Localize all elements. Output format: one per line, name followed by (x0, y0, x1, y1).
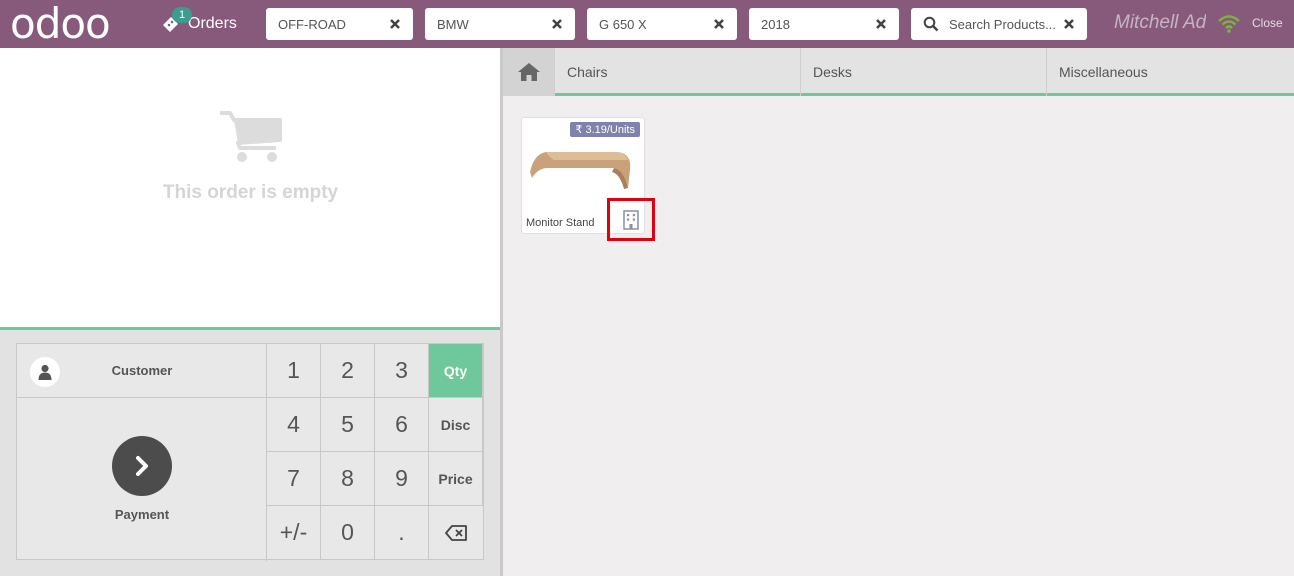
backspace-icon (445, 524, 467, 541)
filter-value: OFF-ROAD (278, 16, 346, 32)
remove-filter-icon[interactable] (549, 16, 565, 32)
filter-chip-brand[interactable]: BMW (425, 8, 575, 40)
search-box[interactable]: Search Products... (911, 8, 1087, 40)
numpad-key-8[interactable]: 8 (321, 452, 375, 506)
building-icon (623, 209, 639, 230)
product-price: ₹ 3.19/Units (570, 122, 640, 137)
payment-label: Payment (114, 507, 170, 522)
numpad-key-1[interactable]: 1 (267, 344, 321, 398)
numpad-decimal[interactable]: . (375, 506, 429, 559)
remove-filter-icon[interactable] (711, 16, 727, 32)
category-desks[interactable]: Desks (801, 48, 1047, 96)
top-bar: odoo 1 Orders OFF-ROAD BMW G 650 X 2018 … (0, 0, 1294, 48)
filter-chip-category[interactable]: OFF-ROAD (266, 8, 413, 40)
filter-chip-year[interactable]: 2018 (749, 8, 899, 40)
numpad-key-6[interactable]: 6 (375, 398, 429, 452)
search-input[interactable]: Search Products... (949, 17, 1061, 32)
category-chairs[interactable]: Chairs (555, 48, 801, 96)
clear-search-icon[interactable] (1061, 16, 1077, 32)
orders-button[interactable]: 1 Orders (160, 7, 237, 40)
filter-value: BMW (437, 16, 469, 32)
payment-button[interactable]: Payment (17, 398, 267, 561)
backspace-button[interactable] (429, 506, 483, 559)
mode-price-button[interactable]: Price (429, 452, 483, 506)
ticket-icon: 1 (160, 7, 192, 35)
filter-chip-model[interactable]: G 650 X (587, 8, 737, 40)
action-pad: Customer Payment 1 2 3 Qty 4 5 6 Disc 7 … (16, 343, 484, 561)
mode-qty-button[interactable]: Qty (429, 344, 483, 398)
order-lines: This order is empty (0, 48, 501, 330)
close-button[interactable]: Close (1252, 16, 1283, 30)
monitor-stand-image (530, 152, 631, 189)
mode-disc-button[interactable]: Disc (429, 398, 483, 452)
numpad-key-2[interactable]: 2 (321, 344, 375, 398)
search-icon (923, 16, 939, 32)
numpad-key-9[interactable]: 9 (375, 452, 429, 506)
category-miscellaneous[interactable]: Miscellaneous (1047, 48, 1294, 96)
filter-value: G 650 X (599, 16, 647, 32)
orders-label: Orders (188, 15, 237, 32)
category-home-button[interactable] (503, 48, 555, 96)
odoo-logo: odoo (10, 0, 111, 48)
numpad-key-7[interactable]: 7 (267, 452, 321, 506)
chevron-right-icon (112, 436, 172, 496)
product-name: Monitor Stand (526, 217, 595, 229)
customer-button[interactable]: Customer (17, 344, 267, 398)
product-info-button[interactable] (607, 198, 655, 241)
category-bar: Chairs Desks Miscellaneous (503, 48, 1294, 96)
filter-value: 2018 (761, 16, 790, 32)
numpad-key-5[interactable]: 5 (321, 398, 375, 452)
empty-order-message: This order is empty (162, 182, 339, 203)
home-icon (517, 63, 540, 81)
product-pane: Chairs Desks Miscellaneous ₹ 3.19/Units … (503, 48, 1294, 576)
numpad-key-0[interactable]: 0 (321, 506, 375, 559)
shopping-cart-icon (220, 111, 282, 162)
numpad-plus-minus[interactable]: +/- (267, 506, 321, 559)
numpad-key-3[interactable]: 3 (375, 344, 429, 398)
numpad-key-4[interactable]: 4 (267, 398, 321, 452)
remove-filter-icon[interactable] (873, 16, 889, 32)
wifi-icon (1218, 15, 1240, 33)
orders-count-badge: 1 (172, 7, 192, 23)
customer-label: Customer (111, 363, 173, 378)
cashier-name[interactable]: Mitchell Admin (1114, 12, 1206, 34)
remove-filter-icon[interactable] (387, 16, 403, 32)
order-pane: This order is empty Customer Payment 1 2… (0, 48, 501, 576)
